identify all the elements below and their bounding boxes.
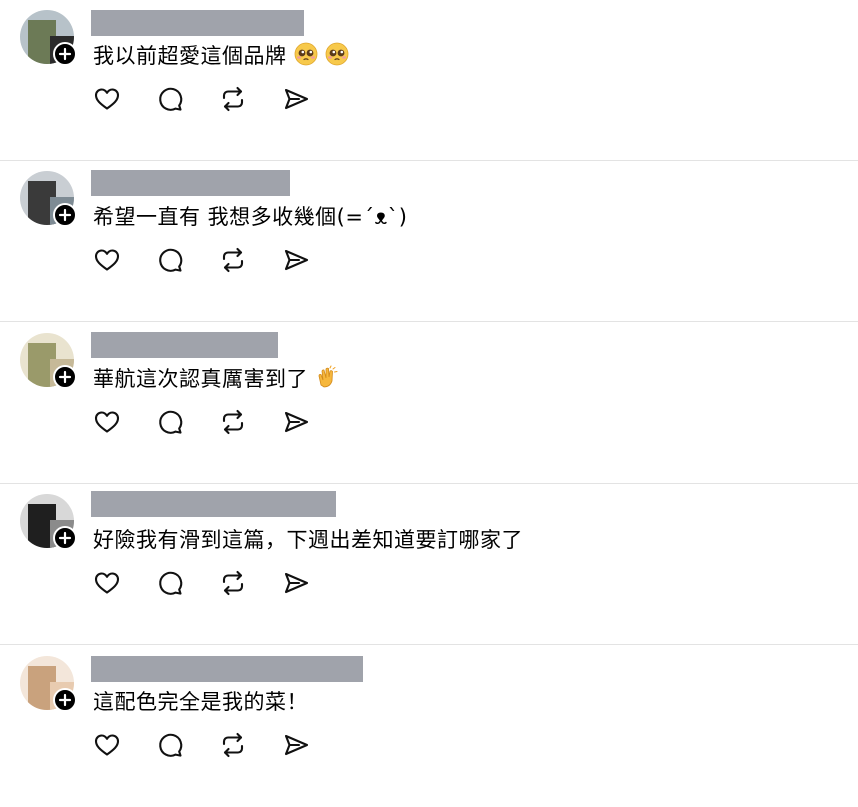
action-bar (92, 730, 344, 760)
repost-button[interactable] (218, 245, 248, 275)
reply-post: 這配色完全是我的菜！ (0, 646, 858, 807)
action-bar (92, 84, 344, 114)
heart-icon (94, 88, 120, 110)
repost-button[interactable] (218, 568, 248, 598)
plus-icon (58, 693, 72, 707)
repost-button[interactable] (218, 730, 248, 760)
divider (0, 321, 858, 322)
action-bar (92, 568, 344, 598)
repost-icon (222, 570, 244, 596)
share-button[interactable] (281, 730, 311, 760)
post-text-content: 我以前超愛這個品牌 (93, 44, 287, 68)
emoji-group (308, 365, 339, 391)
reply-button[interactable] (155, 568, 185, 598)
repost-icon (222, 732, 244, 758)
share-icon (284, 572, 309, 594)
clapping-hands-icon (318, 365, 338, 388)
like-button[interactable] (92, 245, 122, 275)
follow-button[interactable] (53, 42, 77, 66)
repost-button[interactable] (218, 84, 248, 114)
comment-icon (159, 733, 183, 757)
username-redacted[interactable] (91, 170, 290, 196)
share-button[interactable] (281, 407, 311, 437)
like-button[interactable] (92, 730, 122, 760)
reply-post: 希望一直有 我想多收幾個(=´ᴥ`) (0, 161, 858, 322)
share-icon (284, 734, 309, 756)
pleading-face-icon (294, 42, 318, 66)
share-icon (284, 411, 309, 433)
share-button[interactable] (281, 84, 311, 114)
plus-icon (58, 370, 72, 384)
plus-icon (58, 208, 72, 222)
share-button[interactable] (281, 245, 311, 275)
post-text: 希望一直有 我想多收幾個(=´ᴥ`) (93, 203, 407, 231)
heart-icon (94, 734, 120, 756)
reply-post: 我以前超愛這個品牌 (0, 0, 858, 161)
follow-button[interactable] (53, 203, 77, 227)
username-redacted[interactable] (91, 656, 363, 682)
reply-post: 好險我有滑到這篇，下週出差知道要訂哪家了 (0, 484, 858, 645)
share-icon (284, 88, 309, 110)
follow-button[interactable] (53, 365, 77, 389)
follow-button[interactable] (53, 526, 77, 550)
username-redacted[interactable] (91, 10, 304, 36)
post-text-content: 這配色完全是我的菜！ (93, 690, 308, 714)
divider (0, 644, 858, 645)
username-redacted[interactable] (91, 332, 278, 358)
heart-icon (94, 572, 120, 594)
reply-button[interactable] (155, 84, 185, 114)
comment-icon (159, 410, 183, 434)
post-text-content: 好險我有滑到這篇，下週出差知道要訂哪家了 (93, 528, 523, 552)
post-text-content: 希望一直有 我想多收幾個(=´ᴥ`) (93, 205, 408, 229)
plus-icon (58, 531, 72, 545)
post-text: 這配色完全是我的菜！ (93, 688, 308, 716)
action-bar (92, 407, 344, 437)
repost-button[interactable] (218, 407, 248, 437)
username-redacted[interactable] (91, 491, 336, 517)
share-button[interactable] (281, 568, 311, 598)
follow-button[interactable] (53, 688, 77, 712)
like-button[interactable] (92, 568, 122, 598)
emoji-group (287, 42, 349, 68)
reply-post: 華航這次認真厲害到了 (0, 323, 858, 484)
like-button[interactable] (92, 84, 122, 114)
reply-button[interactable] (155, 730, 185, 760)
repost-icon (222, 247, 244, 273)
comment-icon (159, 248, 183, 272)
post-text: 華航這次認真厲害到了 (93, 365, 339, 393)
reply-button[interactable] (155, 245, 185, 275)
post-text: 好險我有滑到這篇，下週出差知道要訂哪家了 (93, 526, 523, 554)
comment-icon (159, 571, 183, 595)
repost-icon (222, 86, 244, 112)
like-button[interactable] (92, 407, 122, 437)
heart-icon (94, 249, 120, 271)
post-text: 我以前超愛這個品牌 (93, 42, 349, 70)
repost-icon (222, 409, 244, 435)
pleading-face-icon (325, 42, 349, 66)
action-bar (92, 245, 344, 275)
share-icon (284, 249, 309, 271)
plus-icon (58, 47, 72, 61)
heart-icon (94, 411, 120, 433)
post-text-content: 華航這次認真厲害到了 (93, 367, 308, 391)
reply-button[interactable] (155, 407, 185, 437)
comment-icon (159, 87, 183, 111)
